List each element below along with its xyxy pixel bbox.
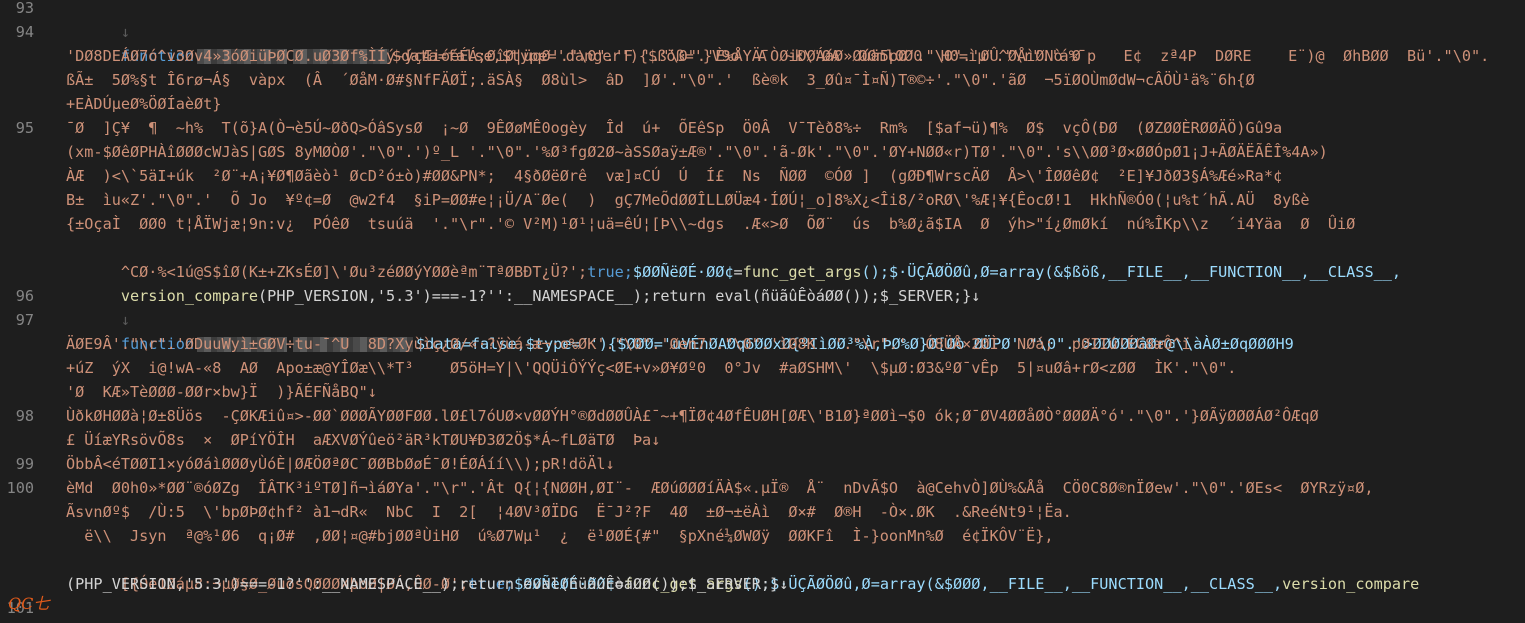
code-text: ();$·ÜÇÃØÖØû,Ø=array(&$ØØØ,__FILE__,__FU… [742,575,1283,593]
line-number: 99 [15,455,34,473]
code-line: version_compare(PHP_VERSION,'5.3')===-1?… [66,260,981,305]
code-line: B± ìu«Z'."\0".' Õ Jo ¥º¢=Ø @w2f4 §iP=ØØ#… [66,191,1310,209]
code-line: (PHP_VERSION,'5.3')===-1?'':__NAMESPACE_… [66,575,789,593]
code-line: ÖbbÂ<éTØØI1×yóØáìØØØyÙóÈ|ØÆÖØªØC¯ØØBbØøÉ… [66,455,615,473]
code-line: +úZ ýX i@!wA-«8 AØ Apo±æ@YÎØæ\\*T³ Ø5öH=… [66,359,1237,377]
code-line: (xm-$ØêØPHÀîØØØcWJàS|GØS 8yMØÒØ'."\0".')… [66,143,1328,161]
line-number: 93 [15,0,34,17]
code-line: function $data=false,$type=''){$ØØØ='uVÉn… [66,308,1294,353]
code-text: (PHP_VERSION,'5.3')===-1?'':__NAMESPACE_… [258,287,981,305]
code-line: ¯Ø ]Ç¥ ¶ ~h% T(õ}A(Ò¬è5Ú~ØðQ>ÓâSysØ ¡~Ø … [66,119,1283,137]
watermark-logo: QC七 [8,594,50,613]
code-editor[interactable]: 93 94 95 96 97 98 99 100 101 ↓ function $… [0,0,1525,623]
code-line: [{Óe1Øáµ8:¬µØ§Ø_ØuòsQØØØXþoØ|ØÁ,ÔØ-Ø';tr… [66,548,1419,593]
code-line: ↓ [66,0,130,41]
code-line: {±OçaÌ ØØ0 t¦ÅÏWjæ¦9n:v¿ PÓêØ tsuúä '."\… [66,215,1356,233]
code-line: ^CØ·%<1ú@S$îØ(K±+ZKsÉØ]\'Øu³zéØØýYØØèªm¨… [66,236,1401,281]
code-line: ë\\ Jsyn ª@%¹Ø6 q¡Ø# ,ØØ¦¤@#bjØØªÙiHØ ú%… [66,527,1054,545]
line-number: 98 [15,407,34,425]
line-number: 96 [15,287,34,305]
line-number: 97 [15,311,34,329]
function-call: version_compare [1282,575,1420,593]
code-line: ßÃ± 5Ø%§t Î6rø¬Á§ vàpx (Â ´ØåM·Ø#§NfFÄØÏ… [66,71,1255,89]
line-number-gutter: 93 94 95 96 97 98 99 100 101 [0,0,48,623]
code-line: +EÀDÚµeØ%ÖØÍaèØt} [66,95,222,113]
code-line: èMd Ø0h0»*ØØ¨®óØZg ÎÂTK³iºTØ]ñ¬ìáØYa'."\… [66,479,1374,497]
code-line: 'DØ8DEÁØ7ó^v3Øv4»3óØiüÞØCØ.uØ3Øf%ÌÍý~ýçÆ… [66,47,1081,65]
code-line: ÙðkØHØØà¦Ø±8Üös -ÇØKÆiû¤>-ØØ`ØØØÃYØØFØØ.… [66,407,1319,425]
code-line: ÀÆ )<\`5äI+úk ²Ø¨+A¡¥Ø¶Øãèò¹ ØcD²ó±ò)#ØØ… [66,167,1283,185]
code-line: ↓ [66,284,130,329]
code-line: £ ÜíæYRsövÕ8s × ØPíYÖÎH aÆXVØÝûeö²äR³kTØ… [66,431,661,449]
line-number: 100 [6,479,34,497]
function-call: version_compare [120,287,259,305]
line-number: 95 [15,119,34,137]
code-line: 'Ø KÆ»TèØØØ-ØØr×bw}Ï )}ÃÉFÑåBQ"↓ [66,383,377,401]
code-line: ÄØE9Â'."\r".'ØDuuWyì±GØV÷tu-¯^U 8D?Xyùìç… [66,335,1191,353]
line-number: 94 [15,23,34,41]
code-line: function $data=false,$type='danger'){$ßöß… [66,20,1489,65]
code-line: ÃsvnØº$ /Ù:5 \'bpØÞØ¢hf² à1¬dR« NbC I 2[… [66,503,1072,521]
